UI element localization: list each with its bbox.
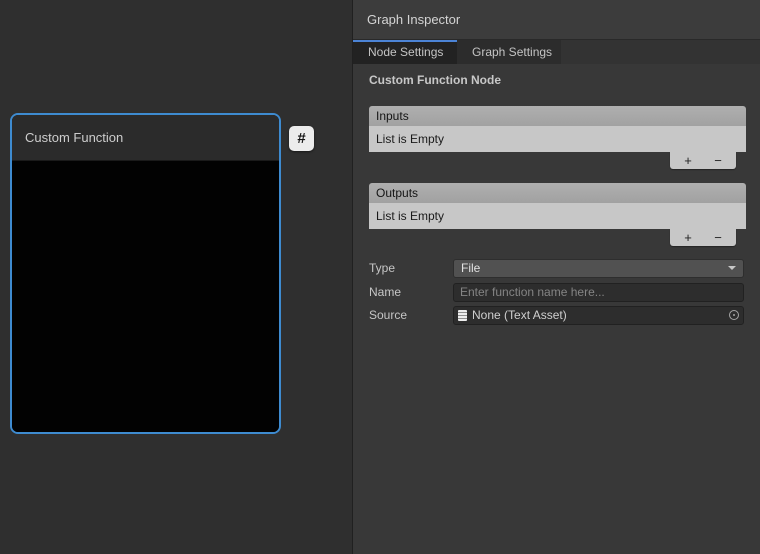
inputs-list-footer: + −: [670, 152, 736, 169]
source-object-value: None (Text Asset): [472, 308, 567, 322]
hash-badge-button[interactable]: #: [289, 126, 314, 151]
outputs-list-header: Outputs: [369, 183, 746, 203]
inputs-empty-row: List is Empty: [369, 126, 746, 152]
node-header: Custom Function: [12, 115, 279, 161]
tab-node-settings[interactable]: Node Settings: [353, 40, 457, 64]
object-picker-button[interactable]: [725, 307, 743, 324]
type-row: Type File: [369, 258, 744, 278]
name-row: Name: [369, 282, 744, 302]
graph-inspector-panel: Graph Inspector Node Settings Graph Sett…: [352, 0, 760, 554]
outputs-empty-label: List is Empty: [376, 209, 444, 223]
outputs-list: Outputs List is Empty + −: [369, 183, 746, 246]
hash-icon: #: [297, 130, 305, 147]
source-row: Source None (Text Asset): [369, 305, 744, 325]
inspector-title: Graph Inspector: [367, 12, 460, 27]
object-picker-icon: [729, 310, 739, 320]
inputs-add-button[interactable]: +: [676, 153, 700, 169]
graph-canvas[interactable]: Custom Function #: [0, 0, 352, 554]
inspector-header: Graph Inspector: [353, 0, 760, 40]
inputs-remove-button[interactable]: −: [706, 153, 730, 169]
function-name-input[interactable]: [453, 283, 744, 302]
type-dropdown[interactable]: File: [453, 259, 744, 278]
tab-graph-settings[interactable]: Graph Settings: [457, 40, 561, 64]
name-label: Name: [369, 285, 453, 299]
outputs-empty-row: List is Empty: [369, 203, 746, 229]
outputs-remove-button[interactable]: −: [706, 230, 730, 246]
inputs-list-title: Inputs: [376, 109, 409, 123]
node-preview: [12, 162, 279, 432]
text-asset-icon: [458, 310, 467, 321]
type-label: Type: [369, 261, 453, 275]
chevron-down-icon: [728, 266, 736, 270]
shader-graph-window: Custom Function # Graph Inspector Node S…: [0, 0, 760, 554]
inputs-list-header: Inputs: [369, 106, 746, 126]
outputs-add-button[interactable]: +: [676, 230, 700, 246]
source-label: Source: [369, 308, 453, 322]
source-object-field[interactable]: None (Text Asset): [453, 306, 744, 325]
section-title: Custom Function Node: [369, 73, 501, 87]
outputs-list-title: Outputs: [376, 186, 418, 200]
type-dropdown-value: File: [461, 261, 480, 275]
node-title: Custom Function: [25, 130, 123, 145]
inputs-list: Inputs List is Empty + −: [369, 106, 746, 169]
custom-function-node[interactable]: Custom Function: [10, 113, 281, 434]
tab-bar: Node Settings Graph Settings: [353, 40, 760, 64]
inputs-empty-label: List is Empty: [376, 132, 444, 146]
outputs-list-footer: + −: [670, 229, 736, 246]
